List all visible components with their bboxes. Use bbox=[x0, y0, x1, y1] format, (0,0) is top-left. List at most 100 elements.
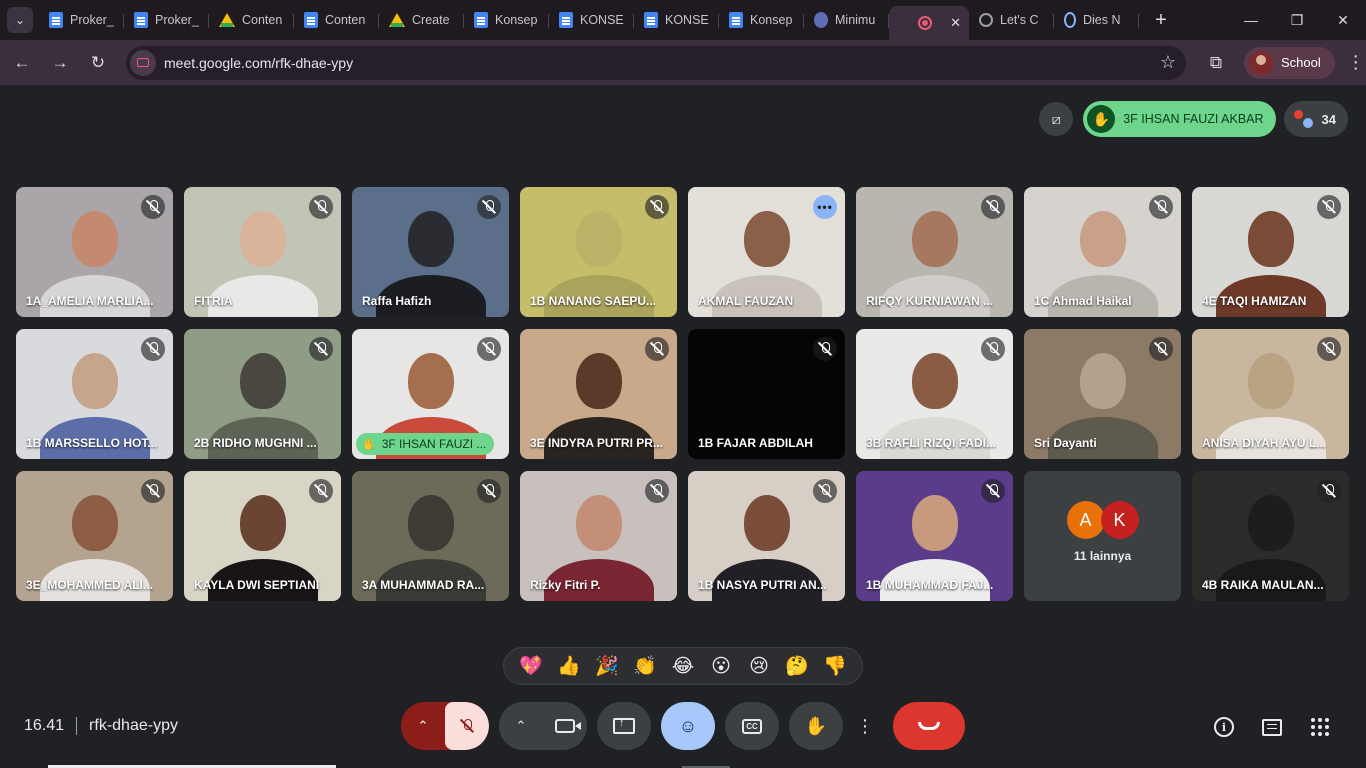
participant-name: RIFQY KURNIAWAN ... bbox=[866, 294, 994, 308]
meeting-details-button[interactable]: i bbox=[1200, 713, 1248, 741]
participant-tile[interactable]: 3B RAFLI RIZQI FADI... bbox=[856, 329, 1013, 459]
profile-button[interactable]: School bbox=[1244, 46, 1335, 79]
close-window-button[interactable]: ✕ bbox=[1320, 0, 1366, 40]
back-button[interactable]: ← bbox=[4, 45, 40, 81]
participant-tile[interactable]: 4E TAQI HAMIZAN bbox=[1192, 187, 1349, 317]
reaction-emoji-button[interactable]: 👍 bbox=[553, 654, 585, 678]
browser-tab[interactable]: ✕ bbox=[889, 6, 969, 40]
participant-tile[interactable]: ••• AKMAL FAUZAN bbox=[688, 187, 845, 317]
muted-indicator bbox=[645, 337, 669, 361]
bookmark-star-icon[interactable]: ☆ bbox=[1160, 52, 1176, 73]
captions-button[interactable]: CC bbox=[725, 702, 779, 750]
leave-call-button[interactable] bbox=[893, 702, 965, 750]
participant-tile[interactable]: ✋ 3F IHSAN FAUZI ... bbox=[352, 329, 509, 459]
reaction-emoji-button[interactable]: 👏 bbox=[629, 654, 661, 678]
participant-tile[interactable]: 1B NASYA PUTRI AN... bbox=[688, 471, 845, 601]
browser-tab[interactable]: Dies N bbox=[1054, 5, 1139, 35]
participant-tile[interactable]: FITRIA bbox=[184, 187, 341, 317]
browser-tab[interactable]: Minimu bbox=[804, 5, 889, 35]
mic-off-icon bbox=[315, 200, 327, 214]
window-controls: — ❐ ✕ bbox=[1228, 0, 1366, 40]
participant-name: Raffa Hafizh bbox=[362, 294, 432, 308]
reaction-emoji-button[interactable]: 👎 bbox=[819, 654, 851, 678]
browser-menu-icon[interactable]: ⋮ bbox=[1347, 52, 1365, 73]
browser-tab[interactable]: Konsep bbox=[719, 5, 804, 35]
participant-tile[interactable]: KAYLA DWI SEPTIANI bbox=[184, 471, 341, 601]
close-tab-icon[interactable]: ✕ bbox=[950, 15, 961, 31]
hide-self-view-icon[interactable]: ⧄ bbox=[1039, 102, 1074, 136]
more-options-button[interactable]: ⋮ bbox=[851, 702, 879, 750]
activities-button[interactable] bbox=[1296, 713, 1344, 741]
browser-tab[interactable]: Create bbox=[379, 5, 464, 35]
participant-name: KAYLA DWI SEPTIANI bbox=[194, 578, 320, 592]
audio-options-button[interactable]: ⌃ bbox=[401, 702, 445, 750]
browser-tab[interactable]: Conten bbox=[209, 5, 294, 35]
others-tile[interactable]: A K 11 lainnya bbox=[1024, 471, 1181, 601]
raised-hand-notification[interactable]: ✋ 3F IHSAN FAUZI AKBAR bbox=[1083, 101, 1276, 137]
address-bar[interactable]: meet.google.com/rfk-dhae-ypy ☆ bbox=[126, 45, 1186, 80]
participant-tile[interactable]: Rizky Fitri P. bbox=[520, 471, 677, 601]
participant-tile[interactable]: ANISA DIYAH AYU L... bbox=[1192, 329, 1349, 459]
browser-tab-strip: ⌄ Proker_ Proker_ Conten Conten Create Konsep… bbox=[0, 0, 1366, 40]
reaction-emoji-button[interactable]: 🤔 bbox=[781, 654, 813, 678]
forward-button[interactable]: → bbox=[42, 45, 78, 81]
present-screen-button[interactable] bbox=[597, 702, 651, 750]
participant-tile[interactable]: 3E INDYRA PUTRI PR... bbox=[520, 329, 677, 459]
participant-tile[interactable]: Sri Dayanti bbox=[1024, 329, 1181, 459]
participants-button[interactable]: 34 bbox=[1283, 101, 1348, 137]
browser-tab[interactable]: Konsep bbox=[464, 5, 549, 35]
new-tab-button[interactable]: + bbox=[1149, 9, 1173, 32]
doc-favicon-icon bbox=[134, 12, 148, 28]
participant-name: 1A_AMELIA MARLIA... bbox=[26, 294, 154, 308]
raised-hand-icon: ✋ bbox=[1087, 105, 1116, 133]
browser-tab[interactable]: Let's C bbox=[969, 5, 1054, 35]
tile-more-options-icon[interactable]: ••• bbox=[813, 195, 837, 219]
reload-button[interactable]: ↻ bbox=[80, 45, 116, 81]
participant-tile[interactable]: 1A_AMELIA MARLIA... bbox=[16, 187, 173, 317]
muted-indicator bbox=[477, 479, 501, 503]
browser-tab[interactable]: KONSE bbox=[634, 5, 719, 35]
participant-tile[interactable]: 1B NANANG SAEPU... bbox=[520, 187, 677, 317]
extensions-icon[interactable]: ⧉ bbox=[1204, 53, 1228, 73]
raise-hand-button[interactable]: ✋ bbox=[789, 702, 843, 750]
participant-face bbox=[239, 353, 286, 409]
participant-tile[interactable]: 1B MUHAMMAD FAJ... bbox=[856, 471, 1013, 601]
reaction-emoji-button[interactable]: 💖 bbox=[515, 654, 547, 678]
participant-tile[interactable]: 3E_MOHAMMED ALI... bbox=[16, 471, 173, 601]
site-info-icon[interactable] bbox=[130, 49, 156, 76]
others-count: 11 lainnya bbox=[1073, 549, 1132, 563]
restore-button[interactable]: ❐ bbox=[1274, 0, 1320, 40]
muted-indicator bbox=[981, 337, 1005, 361]
participant-name: 3A MUHAMMAD RA... bbox=[362, 578, 485, 592]
participant-tile[interactable]: 2B RIDHO MUGHNI ... bbox=[184, 329, 341, 459]
reactions-button[interactable]: ☺ bbox=[661, 702, 715, 750]
participant-name: 2B RIDHO MUGHNI ... bbox=[194, 436, 317, 450]
participant-face bbox=[71, 353, 118, 409]
participant-tile[interactable]: 1B FAJAR ABDILAH bbox=[688, 329, 845, 459]
chat-button[interactable] bbox=[1248, 713, 1296, 741]
minimize-button[interactable]: — bbox=[1228, 0, 1274, 40]
tab-label: Proker_ bbox=[70, 13, 114, 27]
mic-off-icon bbox=[1155, 200, 1167, 214]
reaction-emoji-button[interactable]: 😢 bbox=[743, 655, 775, 678]
camera-toggle-button[interactable] bbox=[543, 702, 587, 750]
tab-label: Conten bbox=[325, 13, 366, 27]
browser-tab[interactable]: Proker_ bbox=[124, 5, 209, 35]
participant-tile[interactable]: 1B MARSSELLO HOT... bbox=[16, 329, 173, 459]
browser-tab[interactable]: Proker_ bbox=[39, 5, 124, 35]
participant-tile[interactable]: RIFQY KURNIAWAN ... bbox=[856, 187, 1013, 317]
participant-tile[interactable]: 1C Ahmad Haikal bbox=[1024, 187, 1181, 317]
reaction-emoji-button[interactable]: 🎉 bbox=[591, 654, 623, 678]
doc-favicon-icon bbox=[474, 12, 488, 28]
video-options-button[interactable]: ⌃ bbox=[499, 702, 543, 750]
browser-tab[interactable]: Conten bbox=[294, 5, 379, 35]
reaction-emoji-button[interactable]: 😮 bbox=[705, 655, 737, 678]
reaction-emoji-button[interactable]: 😂 bbox=[667, 655, 699, 678]
mic-off-icon bbox=[315, 342, 327, 356]
participant-tile[interactable]: 3A MUHAMMAD RA... bbox=[352, 471, 509, 601]
tab-search-button[interactable]: ⌄ bbox=[7, 7, 33, 33]
browser-tab[interactable]: KONSE bbox=[549, 5, 634, 35]
participant-tile[interactable]: Raffa Hafizh bbox=[352, 187, 509, 317]
microphone-toggle-button[interactable] bbox=[445, 702, 489, 750]
participant-tile[interactable]: 4B RAIKA MAULAN... bbox=[1192, 471, 1349, 601]
